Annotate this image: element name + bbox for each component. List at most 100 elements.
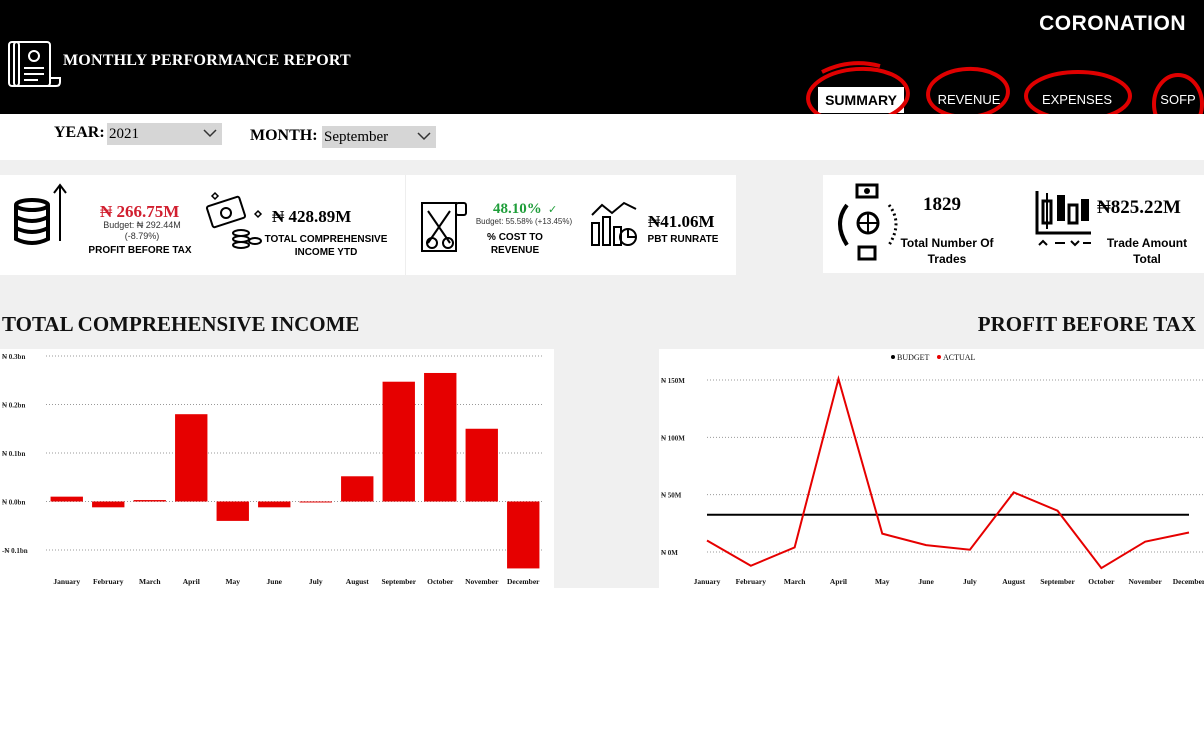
tci-label-line1: TOTAL COMPREHENSIVE [264, 234, 388, 245]
x-tick-label: July [963, 577, 977, 586]
y-tick-label: ₦ 100M [661, 434, 685, 442]
pbt-line-chart: ₦ 150M ₦ 100M ₦ 50M ₦ 0M BUDGET ACTUAL January… [659, 349, 1204, 588]
x-tick-label: May [225, 577, 240, 586]
y-tick-label: ₦ 50M [661, 492, 682, 500]
x-tick-label: October [427, 577, 454, 586]
tab-sofp[interactable]: SOFP [1158, 86, 1198, 114]
legend-actual-label: ACTUAL [943, 353, 976, 362]
x-tick-label: September [381, 577, 416, 586]
pbt-value: ₦ 266.75M [100, 202, 180, 221]
cost-cut-icon [421, 202, 467, 252]
year-label: YEAR: [54, 124, 105, 141]
series-line-actual [706, 375, 1190, 570]
global-trade-icon [838, 183, 898, 261]
y-tick-label: ₦ 0.3bn [2, 353, 25, 361]
y-tick-label: ₦ 0.2bn [2, 402, 25, 410]
x-tick-label: May [875, 577, 890, 586]
bar-june [258, 501, 291, 508]
x-tick-label: November [465, 577, 499, 586]
tci-label-line2: INCOME YTD [294, 247, 358, 258]
x-tick-label: June [918, 577, 934, 586]
x-tick-label: March [139, 577, 161, 586]
bar-october [424, 372, 457, 502]
month-select[interactable]: September [322, 126, 436, 148]
legend-actual-marker [937, 355, 941, 359]
page-title: MONTHLY PERFORMANCE REPORT [63, 52, 351, 69]
x-tick-label: December [1173, 577, 1204, 586]
filter-bar: YEAR: 2021 MONTH: September [0, 114, 1204, 160]
chevron-down-icon [203, 129, 217, 138]
cost-budget: Budget: 55.58% (+13.45%) [475, 217, 573, 226]
y-tick-label: ₦ 0.1bn [2, 450, 25, 458]
x-tick-label: February [736, 577, 767, 586]
y-tick-label: ₦ 150M [661, 377, 685, 385]
x-tick-label: January [694, 577, 721, 586]
year-select[interactable]: 2021 [107, 123, 222, 145]
pbt-line-chart-svg: ₦ 150M ₦ 100M ₦ 50M ₦ 0M BUDGET ACTUAL January… [661, 353, 1204, 586]
x-tick-label: August [1002, 577, 1025, 586]
bar-april [175, 414, 208, 502]
x-tick-label: August [346, 577, 369, 586]
year-value: 2021 [109, 126, 139, 142]
pbt-budget: Budget: ₦ 292.44M [103, 220, 181, 230]
brand-logo: CORONATION [1039, 12, 1186, 35]
pbt-variance: (-8.79%) [124, 231, 160, 241]
bar-november [465, 428, 498, 502]
bar-september [382, 381, 415, 502]
candlestick-icon [1035, 191, 1091, 247]
x-tick-label: June [267, 577, 283, 586]
tci-chart-title: TOTAL COMPREHENSIVE INCOME [2, 312, 360, 336]
bar-march [133, 500, 166, 502]
x-tick-label: April [183, 577, 200, 586]
x-tick-label: December [507, 577, 540, 586]
pbt-label: PROFIT BEFORE TAX [88, 245, 192, 256]
bar-august [341, 476, 374, 502]
runrate-value: ₦41.06M [648, 212, 715, 231]
tci-value: ₦ 428.89M [272, 207, 352, 226]
bar-july [299, 501, 332, 503]
cost-label-line2: REVENUE [490, 245, 540, 256]
x-tick-label: February [93, 577, 124, 586]
chevron-down-icon [417, 132, 431, 141]
bar-february [92, 501, 125, 508]
y-tick-label: ₦ 0.0bn [2, 499, 25, 507]
x-tick-label: November [1129, 577, 1163, 586]
tab-summary[interactable]: SUMMARY [818, 87, 904, 113]
runrate-label: PBT RUNRATE [647, 234, 719, 245]
trade-amount-value: ₦825.22M [1097, 197, 1181, 218]
x-tick-label: April [830, 577, 847, 586]
bar-chart-icon [591, 201, 637, 246]
trades-value: 1829 [923, 194, 961, 215]
bar-may [216, 501, 249, 521]
tab-expenses[interactable]: EXPENSES [1036, 86, 1118, 114]
app-header: MONTHLY PERFORMANCE REPORT CORONATION SU… [0, 0, 1204, 114]
trade-amount-label-line1: Trade Amount [1106, 236, 1188, 250]
y-tick-label: ₦ 0M [661, 549, 678, 557]
bar-december [507, 501, 540, 569]
kpi-card-main: ₦ 266.75M Budget: ₦ 292.44M (-8.79%) PRO… [0, 175, 736, 275]
x-tick-label: September [1040, 577, 1075, 586]
y-tick-label: -₦ 0.1bn [2, 547, 28, 555]
x-tick-label: October [1088, 577, 1115, 586]
tab-revenue[interactable]: REVENUE [935, 86, 1003, 114]
bar-january [50, 496, 83, 502]
cost-label-line1: % COST TO [487, 232, 543, 243]
month-label: MONTH: [250, 127, 318, 144]
database-growth-icon [14, 183, 67, 245]
legend-budget-label: BUDGET [897, 353, 930, 362]
month-value: September [324, 129, 389, 145]
kpi-card-trades: 1829 Total Number Of Trades ₦825.22M Tra… [823, 175, 1204, 273]
x-tick-label: March [784, 577, 806, 586]
tci-bar-chart-svg: ₦ 0.3bn ₦ 0.2bn ₦ 0.1bn ₦ 0.0bn -₦ 0.1bn Janu… [2, 353, 544, 586]
kpi-divider [405, 175, 406, 275]
trade-amount-label-line2: Total [1133, 252, 1161, 266]
trades-label-line2: Trades [927, 252, 967, 266]
pbt-chart-title: PROFIT BEFORE TAX [977, 312, 1196, 336]
legend-budget-marker [891, 355, 895, 359]
check-icon: ✓ [548, 204, 558, 216]
x-tick-label: January [53, 577, 80, 586]
report-document-icon [8, 41, 61, 87]
tci-bar-chart: ₦ 0.3bn ₦ 0.2bn ₦ 0.1bn ₦ 0.0bn -₦ 0.1bn Janu… [0, 349, 554, 588]
trades-label-line1: Total Number Of [900, 236, 994, 250]
x-tick-label: July [309, 577, 323, 586]
